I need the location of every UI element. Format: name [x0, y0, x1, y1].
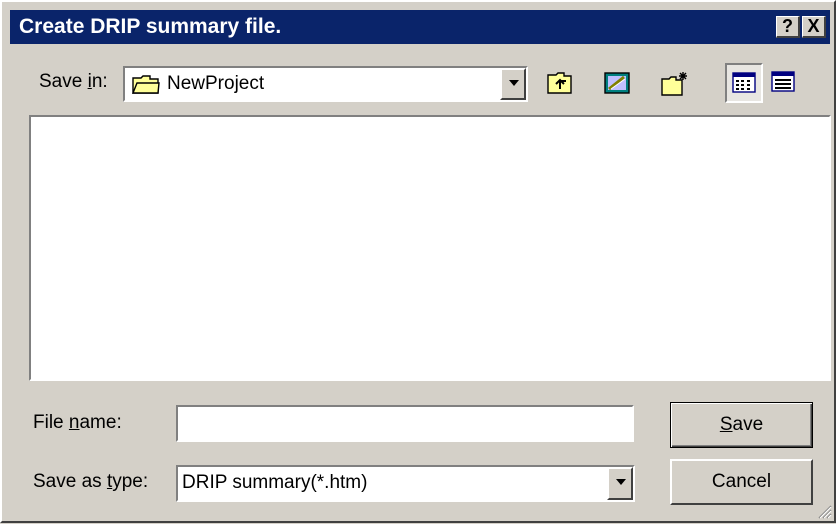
up-one-level-button[interactable]: [541, 64, 579, 104]
create-new-folder-button[interactable]: [655, 64, 693, 104]
save-as-type-dropdown[interactable]: DRIP summary(*.htm): [176, 465, 635, 502]
desktop-icon: [604, 72, 630, 94]
save-in-dropdown[interactable]: NewProject: [123, 66, 528, 102]
details-view-button[interactable]: [766, 64, 804, 104]
save-button[interactable]: Save: [670, 402, 813, 448]
save-as-type-value: DRIP summary(*.htm): [182, 472, 368, 493]
desktop-button[interactable]: [597, 64, 635, 104]
file-name-input[interactable]: [176, 405, 634, 442]
list-view-button[interactable]: [725, 63, 763, 103]
help-button[interactable]: ?: [776, 16, 800, 38]
file-name-label: File name:: [33, 412, 122, 433]
file-list[interactable]: [29, 115, 831, 381]
list-view-icon: [732, 72, 756, 93]
resize-grip-icon[interactable]: [816, 503, 832, 519]
save-as-type-label: Save as type:: [33, 471, 149, 492]
save-in-dropdown-arrow[interactable]: [500, 68, 526, 100]
save-dialog: Create DRIP summary file. ? X Save in: N…: [0, 0, 836, 523]
window-title: Create DRIP summary file.: [19, 15, 282, 38]
title-bar[interactable]: Create DRIP summary file. ? X: [10, 10, 830, 44]
chevron-down-icon: [509, 80, 519, 86]
close-button[interactable]: X: [802, 16, 826, 38]
save-as-type-dropdown-arrow[interactable]: [607, 467, 633, 500]
cancel-button[interactable]: Cancel: [670, 459, 813, 505]
new-folder-icon: [661, 72, 687, 96]
save-in-label: Save in:: [39, 71, 108, 92]
folder-up-icon: [547, 72, 572, 94]
close-icon: X: [807, 16, 820, 36]
folder-icon: [131, 73, 160, 100]
chevron-down-icon: [616, 479, 626, 485]
save-in-value: NewProject: [167, 73, 265, 94]
details-view-icon: [771, 71, 795, 92]
help-icon: ?: [782, 16, 793, 36]
